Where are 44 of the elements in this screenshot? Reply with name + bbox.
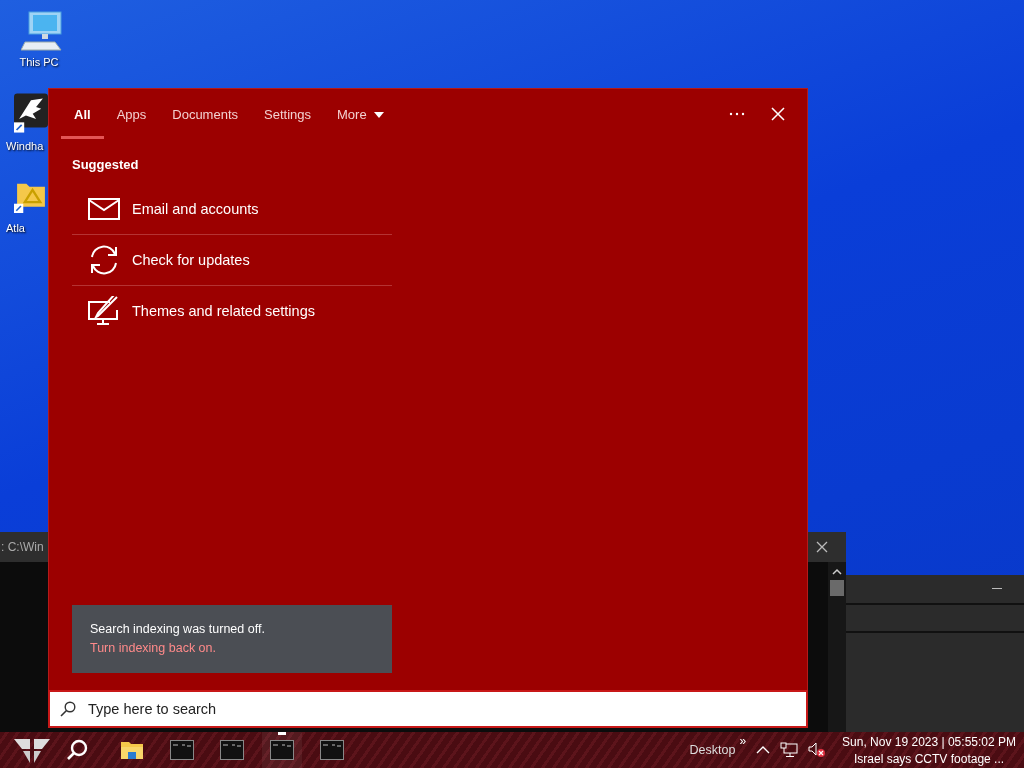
section-heading: Suggested [72,157,140,172]
network-icon[interactable] [780,742,799,758]
scrollbar[interactable] [828,562,846,732]
folder-icon [120,740,144,760]
chevron-up-icon[interactable] [756,746,771,754]
news-ticker: Israel says CCTV footage ... [854,751,1005,766]
display-brush-icon [88,296,120,326]
console-icon [170,740,194,760]
search-tab[interactable]: More [324,89,397,139]
minimize-icon[interactable] [992,588,1002,590]
window-title: : C:\Win [1,540,44,554]
taskbar-button[interactable] [262,732,302,768]
notification-text: Search indexing was turned off. [90,622,266,636]
toolbar-label[interactable]: Desktop [689,743,736,757]
scrollbar-thumb[interactable] [830,580,844,596]
console-icon [320,740,344,760]
search-icon[interactable] [66,739,88,761]
console-icon [220,740,244,760]
search-tab[interactable]: Documents [159,89,251,139]
console-icon [270,740,294,760]
caret-icon [373,111,384,118]
suggestion-item[interactable]: Themes and related settings [72,286,392,336]
suggestion-item[interactable]: Check for updates [72,235,392,286]
scroll-up-icon[interactable] [832,568,842,576]
running-indicator [278,732,286,735]
search-field[interactable]: Type here to search [48,690,808,728]
search-tab[interactable]: Settings [251,89,324,139]
suggestion-item[interactable]: Email and accounts [72,184,392,235]
search-tab[interactable]: All [61,89,104,139]
search-tab[interactable]: Apps [103,89,160,139]
envelope-icon [88,198,120,220]
search-icon [60,701,76,717]
close-icon[interactable] [816,541,828,553]
desktop-icon-label[interactable]: Atla [6,222,25,234]
desktop-icon-label[interactable]: This PC [19,56,59,68]
toolbar-chevron[interactable]: » [739,734,747,748]
desktop-icon-label[interactable]: Windha [6,140,44,152]
date-time: Sun, Nov 19 2023 | 05:55:02 PM [842,734,1016,749]
speaker-muted-icon[interactable] [808,742,827,758]
clock[interactable]: Sun, Nov 19 2023 | 05:55:02 PM Israel says CCTV footage ... [842,734,1016,766]
more-options-icon[interactable] [729,112,745,116]
sync-icon [88,244,120,276]
eagle-icon[interactable] [14,90,48,136]
turn-indexing-link[interactable]: Turn indexing back on. [90,641,216,655]
